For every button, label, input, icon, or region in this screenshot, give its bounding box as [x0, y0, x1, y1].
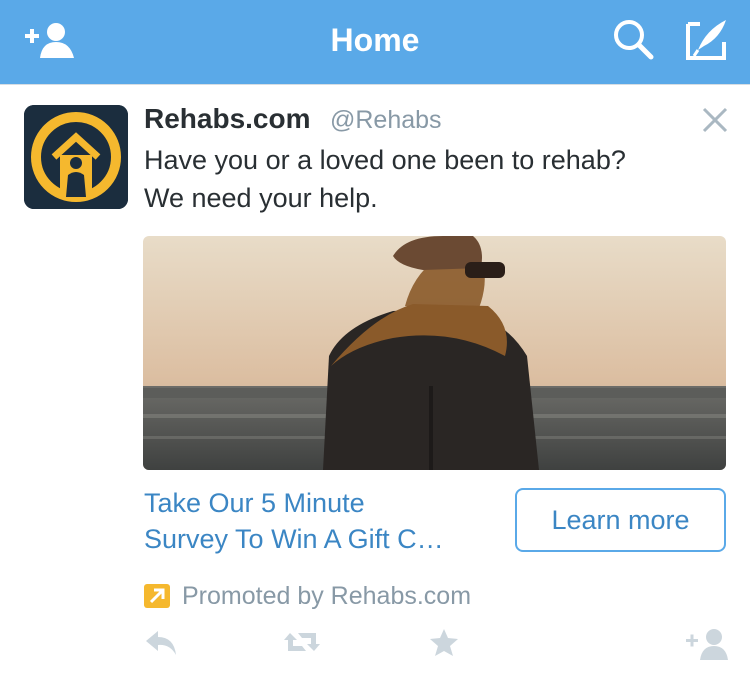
close-icon[interactable]: [700, 105, 730, 135]
tweet-text: Have you or a loved one been to rehab? W…: [144, 141, 734, 217]
compose-icon[interactable]: [684, 16, 730, 62]
avatar[interactable]: [24, 105, 128, 209]
promoted-tweet[interactable]: Rehabs.com @Rehabs Have you or a loved o…: [0, 84, 750, 682]
top-navigation-bar: Home: [0, 0, 750, 84]
tweet-text-line: We need your help.: [144, 183, 378, 213]
search-icon[interactable]: [610, 16, 656, 62]
follow-icon[interactable]: [684, 627, 728, 661]
card-title-link[interactable]: Take Our 5 Minute Survey To Win A Gift C…: [144, 485, 494, 557]
woman-by-sea-photo: [143, 236, 726, 470]
author-handle[interactable]: @Rehabs: [330, 106, 442, 135]
reply-icon[interactable]: [144, 627, 178, 657]
promoted-text: Promoted by Rehabs.com: [182, 581, 472, 610]
learn-more-button[interactable]: Learn more: [515, 488, 726, 552]
tweet-image[interactable]: [143, 236, 726, 470]
promoted-label[interactable]: Promoted by Rehabs.com: [144, 581, 471, 611]
author-name[interactable]: Rehabs.com: [144, 103, 311, 135]
retweet-icon[interactable]: [282, 627, 322, 657]
card-title-line: Survey To Win A Gift C…: [144, 524, 444, 554]
tweet-text-line: Have you or a loved one been to rehab?: [144, 145, 626, 175]
rehabs-logo: [24, 105, 128, 209]
promoted-icon: [144, 584, 170, 608]
card-title-line: Take Our 5 Minute: [144, 488, 365, 518]
favorite-icon[interactable]: [428, 627, 460, 657]
